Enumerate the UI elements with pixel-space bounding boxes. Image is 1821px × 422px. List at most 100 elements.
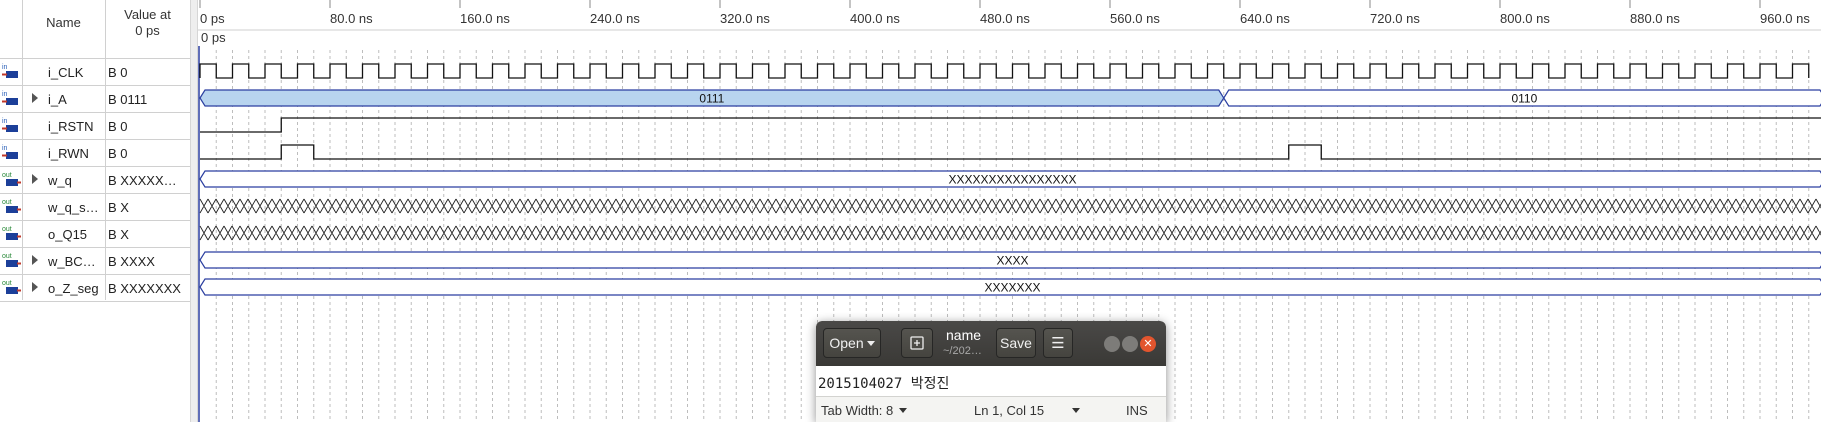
hamburger-menu-button[interactable]: ☰ <box>1043 328 1073 358</box>
time-tick-label: 560.0 ns <box>1110 11 1160 26</box>
text-editor[interactable]: 2015104027 박정진 <box>816 366 1166 396</box>
chevron-down-icon <box>866 340 875 346</box>
value-column-header[interactable]: Value at 0 ps <box>105 0 190 46</box>
time-tick-label: 480.0 ns <box>980 11 1030 26</box>
signal-name: w_q_s… <box>48 200 99 215</box>
time-tick-label: 0 ps <box>200 11 225 26</box>
svg-text:in: in <box>2 118 8 125</box>
signal-value: B X <box>108 200 129 215</box>
save-label: Save <box>1000 335 1032 351</box>
svg-text:out: out <box>2 226 12 233</box>
maximize-icon[interactable] <box>1122 336 1138 352</box>
cursor-time-label: 0 ps <box>201 30 226 45</box>
new-document-icon <box>910 336 924 350</box>
chevron-down-icon <box>1072 408 1081 413</box>
w-q-bus-label: XXXXXXXXXXXXXXXX <box>948 173 1076 187</box>
signal-value: B 0 <box>108 119 128 134</box>
svg-text:in: in <box>2 145 8 152</box>
output-pin-icon: out <box>2 253 21 267</box>
time-tick-label: 880.0 ns <box>1630 11 1680 26</box>
time-tick-label: 320.0 ns <box>720 11 770 26</box>
editor-content[interactable]: 2015104027 박정진 <box>818 373 949 393</box>
w-q-s-unknown-waveform <box>199 198 1821 214</box>
input-pin-icon: in <box>2 118 18 132</box>
signal-name: o_Q15 <box>48 227 88 242</box>
signal-name: i_RSTN <box>48 119 94 134</box>
signal-row[interactable]: in i_A B 0111 <box>0 85 190 112</box>
signal-value: B XXXXXXX <box>108 281 181 296</box>
i-rstn-waveform <box>200 117 1821 133</box>
signal-value: B XXXXX… <box>108 173 177 188</box>
signal-row[interactable]: out w_BC… B XXXX <box>0 247 190 274</box>
status-bar: Tab Width: 8 Ln 1, Col 15 INS <box>816 396 1166 422</box>
time-tick-label: 160.0 ns <box>460 11 510 26</box>
time-tick-label: 960.0 ns <box>1760 11 1810 26</box>
signal-name: i_RWN <box>48 146 89 161</box>
gedit-window[interactable]: Open name ~/202… Save ☰ ✕ 2015104027 박정진… <box>816 321 1166 422</box>
time-tick-label: 800.0 ns <box>1500 11 1550 26</box>
tab-width-selector[interactable]: Tab Width: 8 <box>821 403 908 418</box>
row-separator <box>0 301 190 302</box>
cursor-position-label: Ln 1, Col 15 <box>974 403 1045 418</box>
signal-row[interactable]: out o_Q15 B X <box>0 220 190 247</box>
open-button[interactable]: Open <box>823 328 881 358</box>
time-tick-label: 720.0 ns <box>1370 11 1420 26</box>
svg-text:out: out <box>2 199 12 206</box>
o-z-seg-bus-label: XXXXXXX <box>984 281 1040 295</box>
expand-arrow-icon[interactable] <box>32 93 38 103</box>
signal-row[interactable]: out o_Z_seg B XXXXXXX <box>0 274 190 301</box>
w-bcd-bus-label: XXXX <box>996 254 1028 268</box>
expand-arrow-icon[interactable] <box>32 174 38 184</box>
document-path: ~/202… <box>943 345 982 357</box>
svg-text:in: in <box>2 91 8 98</box>
minimize-icon[interactable] <box>1104 336 1120 352</box>
signal-name: o_Z_seg <box>48 281 99 296</box>
signal-name: i_A <box>48 92 67 107</box>
o-q15-unknown-waveform <box>199 225 1821 241</box>
close-icon[interactable]: ✕ <box>1140 336 1156 352</box>
svg-text:out: out <box>2 280 12 287</box>
input-pin-icon: in <box>2 91 18 105</box>
svg-text:in: in <box>2 64 8 71</box>
expand-arrow-icon[interactable] <box>32 282 38 292</box>
signal-name: w_BC… <box>48 254 96 269</box>
signal-row[interactable]: in i_RWN B 0 <box>0 139 190 166</box>
insert-mode-label: INS <box>1126 403 1148 418</box>
input-pin-icon: in <box>2 64 18 78</box>
gedit-headerbar[interactable]: Open name ~/202… Save ☰ ✕ <box>816 321 1166 366</box>
i-a-bus-label: 0111 <box>699 92 724 106</box>
i-clk-waveform <box>199 63 1810 79</box>
signal-row[interactable]: out w_q B XXXXX… <box>0 166 190 193</box>
cursor-position-selector[interactable]: Ln 1, Col 15 <box>974 403 1081 418</box>
new-tab-button[interactable] <box>901 328 933 358</box>
output-pin-icon: out <box>2 199 21 213</box>
input-pin-icon: in <box>2 145 18 159</box>
pane-splitter[interactable] <box>190 0 198 422</box>
output-pin-icon: out <box>2 280 21 294</box>
signal-row[interactable]: out w_q_s… B X <box>0 193 190 220</box>
signal-row[interactable]: in i_CLK B 0 <box>0 58 190 85</box>
signal-row[interactable]: in i_RSTN B 0 <box>0 112 190 139</box>
name-column-header[interactable]: Name <box>22 0 105 46</box>
signal-name: w_q <box>48 173 72 188</box>
time-tick-label: 400.0 ns <box>850 11 900 26</box>
i-a-bus-label: 0110 <box>1511 92 1537 106</box>
signal-value: B XXXX <box>108 254 155 269</box>
time-tick-label: 240.0 ns <box>590 11 640 26</box>
signal-value: B 0111 <box>108 92 148 107</box>
signal-list-panel: Name Value at 0 ps in i_CLK B 0 in i_A B 0111… <box>0 0 190 422</box>
menu-icon: ☰ <box>1051 335 1065 352</box>
signal-value: B 0 <box>108 65 128 80</box>
chevron-down-icon <box>899 408 908 413</box>
signal-name: i_CLK <box>48 65 84 80</box>
save-button[interactable]: Save <box>996 328 1036 358</box>
expand-arrow-icon[interactable] <box>32 255 38 265</box>
svg-text:out: out <box>2 172 12 179</box>
output-pin-icon: out <box>2 226 21 240</box>
tab-width-label: Tab Width: 8 <box>821 403 894 418</box>
signal-value: B 0 <box>108 146 128 161</box>
output-pin-icon: out <box>2 172 21 186</box>
signal-value: B X <box>108 227 129 242</box>
svg-text:out: out <box>2 253 12 260</box>
time-tick-label: 80.0 ns <box>330 11 373 26</box>
